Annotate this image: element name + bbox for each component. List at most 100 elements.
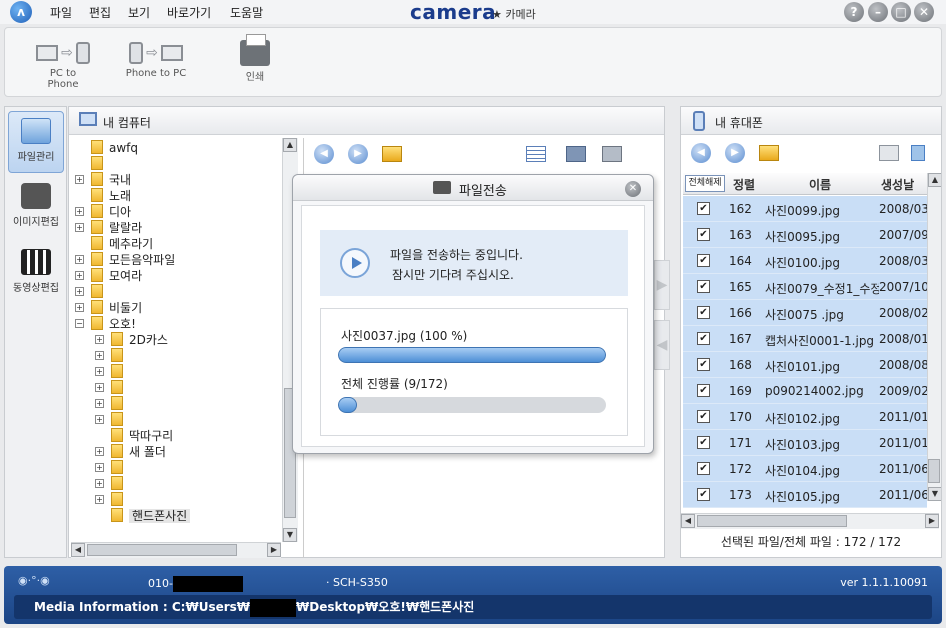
phone-to-pc-button[interactable]: ⇨ Phone to PC — [125, 38, 187, 79]
row-checkbox[interactable]: ✔ — [697, 488, 710, 501]
tree-expander-icon[interactable]: + — [75, 271, 84, 280]
row-checkbox[interactable]: ✔ — [697, 280, 710, 293]
forward-icon[interactable]: ▶ — [348, 144, 368, 164]
tree-expander-icon[interactable]: + — [95, 415, 104, 424]
created-column-header[interactable]: 생성날 — [881, 176, 914, 193]
tree-node[interactable] — [111, 476, 129, 492]
tree-horizontal-scrollbar[interactable]: ◀ ▶ — [71, 542, 281, 558]
tab-video-edit[interactable]: 동영상편집 — [8, 243, 64, 305]
close-icon[interactable]: ✕ — [914, 2, 934, 22]
tree-expander-icon[interactable]: + — [95, 399, 104, 408]
row-checkbox[interactable]: ✔ — [697, 254, 710, 267]
tree-node[interactable]: 국내 — [91, 172, 131, 188]
tree-node[interactable] — [111, 412, 129, 428]
grid-hscroll-thumb[interactable] — [697, 515, 847, 527]
tree-node[interactable] — [111, 380, 129, 396]
minimize-icon[interactable]: – — [868, 2, 888, 22]
row-checkbox[interactable]: ✔ — [697, 436, 710, 449]
tree-expander-icon[interactable]: + — [95, 335, 104, 344]
scroll-left-icon[interactable]: ◀ — [71, 543, 85, 557]
row-checkbox[interactable]: ✔ — [697, 384, 710, 397]
menu-view[interactable]: 보기 — [128, 4, 150, 21]
table-row[interactable]: ✔ 171 사진0103.jpg 2011/01/ — [683, 430, 927, 456]
menu-file[interactable]: 파일 — [50, 4, 72, 21]
table-row[interactable]: ✔ 164 사진0100.jpg 2008/03/ — [683, 248, 927, 274]
back-icon[interactable]: ◀ — [314, 144, 334, 164]
print-button[interactable]: 인쇄 — [235, 34, 275, 83]
tree-node[interactable] — [111, 348, 129, 364]
table-row[interactable]: ✔ 169 p090214002.jpg 2009/02/ — [683, 378, 927, 404]
phone-forward-icon[interactable]: ▶ — [725, 143, 745, 163]
tree-node[interactable]: 딱따구리 — [111, 428, 173, 444]
tree-expander-icon[interactable]: + — [95, 367, 104, 376]
row-checkbox[interactable]: ✔ — [697, 228, 710, 241]
folder-tree[interactable]: awfq + 국내 노래 + 디아 + 랄랄라 메추라기 + 모든음악파일 + 모여라 + + 비둘기 − 오호!… — [71, 138, 297, 542]
tab-image-edit[interactable]: 이미지편집 — [8, 177, 64, 239]
row-checkbox[interactable]: ✔ — [697, 462, 710, 475]
tree-expander-icon[interactable]: + — [95, 463, 104, 472]
tree-node[interactable]: 오호! — [91, 316, 136, 332]
row-checkbox[interactable]: ✔ — [697, 306, 710, 319]
grid-scroll-right-icon[interactable]: ▶ — [925, 514, 939, 528]
tree-expander-icon[interactable]: + — [95, 383, 104, 392]
row-checkbox[interactable]: ✔ — [697, 332, 710, 345]
phone-back-icon[interactable]: ◀ — [691, 143, 711, 163]
new-folder-icon[interactable] — [879, 145, 899, 161]
scroll-right-icon[interactable]: ▶ — [267, 543, 281, 557]
dialog-close-icon[interactable]: ✕ — [625, 181, 641, 197]
table-row[interactable]: ✔ 172 사진0104.jpg 2011/06/ — [683, 456, 927, 482]
tree-expander-icon[interactable]: + — [75, 287, 84, 296]
table-row[interactable]: ✔ 163 사진0095.jpg 2007/09/ — [683, 222, 927, 248]
pc-to-phone-button[interactable]: ⇨ PC to Phone — [33, 38, 93, 90]
grid-scroll-left-icon[interactable]: ◀ — [681, 514, 695, 528]
table-row[interactable]: ✔ 170 사진0102.jpg 2011/01/ — [683, 404, 927, 430]
row-checkbox[interactable]: ✔ — [697, 358, 710, 371]
deselect-all-button[interactable]: 전체해제 — [685, 175, 725, 192]
table-row[interactable]: ✔ 168 사진0101.jpg 2008/08/ — [683, 352, 927, 378]
transfer-left-arrow-icon[interactable]: ◀ — [654, 320, 670, 370]
display-icon[interactable] — [602, 146, 622, 162]
menu-edit[interactable]: 편집 — [89, 4, 111, 21]
tree-expander-icon[interactable]: + — [75, 255, 84, 264]
grid-scroll-thumb[interactable] — [928, 459, 940, 483]
sort-column-header[interactable]: 정렬 — [733, 176, 755, 193]
table-row[interactable]: ✔ 173 사진0105.jpg 2011/06/ — [683, 482, 927, 508]
menu-shortcut[interactable]: 바로가기 — [167, 4, 211, 21]
tree-node[interactable] — [111, 492, 129, 508]
tree-node[interactable]: 모여라 — [91, 268, 142, 284]
table-row[interactable]: ✔ 165 사진0079_수정1_수정2007/10/ — [683, 274, 927, 300]
grid-vertical-scrollbar[interactable]: ▲ ▼ — [927, 173, 941, 501]
row-checkbox[interactable]: ✔ — [697, 202, 710, 215]
tree-node[interactable] — [91, 284, 109, 300]
tree-node[interactable] — [111, 460, 129, 476]
grid-horizontal-scrollbar[interactable]: ◀ ▶ — [681, 513, 939, 529]
tree-node[interactable]: 노래 — [91, 188, 131, 204]
tree-node[interactable]: 새 폴더 — [111, 444, 166, 460]
phone-folder-up-icon[interactable] — [759, 145, 779, 161]
app-logo-icon[interactable]: ʌ — [10, 1, 32, 23]
tree-node[interactable]: 2D카스 — [111, 332, 168, 348]
tree-node[interactable] — [111, 396, 129, 412]
tree-expander-icon[interactable]: + — [95, 495, 104, 504]
sync-icon[interactable] — [566, 146, 586, 162]
transfer-right-arrow-icon[interactable]: ▶ — [654, 260, 670, 310]
tree-expander-icon[interactable]: − — [75, 319, 84, 328]
view-list-icon[interactable] — [526, 146, 546, 162]
menu-help[interactable]: 도움말 — [230, 4, 263, 21]
folder-up-icon[interactable] — [382, 146, 402, 162]
tree-expander-icon[interactable]: + — [75, 223, 84, 232]
trash-icon[interactable] — [911, 145, 925, 161]
table-row[interactable]: ✔ 166 사진0075 .jpg 2008/02/ — [683, 300, 927, 326]
name-column-header[interactable]: 이름 — [809, 176, 831, 193]
tree-node[interactable]: 핸드폰사진 — [111, 508, 191, 524]
scroll-up-icon[interactable]: ▲ — [283, 138, 297, 152]
tree-node[interactable]: 모든음악파일 — [91, 252, 175, 268]
tree-node[interactable]: awfq — [91, 140, 138, 156]
table-row[interactable]: ✔ 162 사진0099.jpg 2008/03/ — [683, 196, 927, 222]
tree-expander-icon[interactable]: + — [95, 351, 104, 360]
tree-hscroll-thumb[interactable] — [87, 544, 237, 556]
tree-node[interactable] — [91, 156, 109, 172]
tree-expander-icon[interactable]: + — [75, 175, 84, 184]
tree-node[interactable]: 랄랄라 — [91, 220, 142, 236]
tree-expander-icon[interactable]: + — [95, 447, 104, 456]
